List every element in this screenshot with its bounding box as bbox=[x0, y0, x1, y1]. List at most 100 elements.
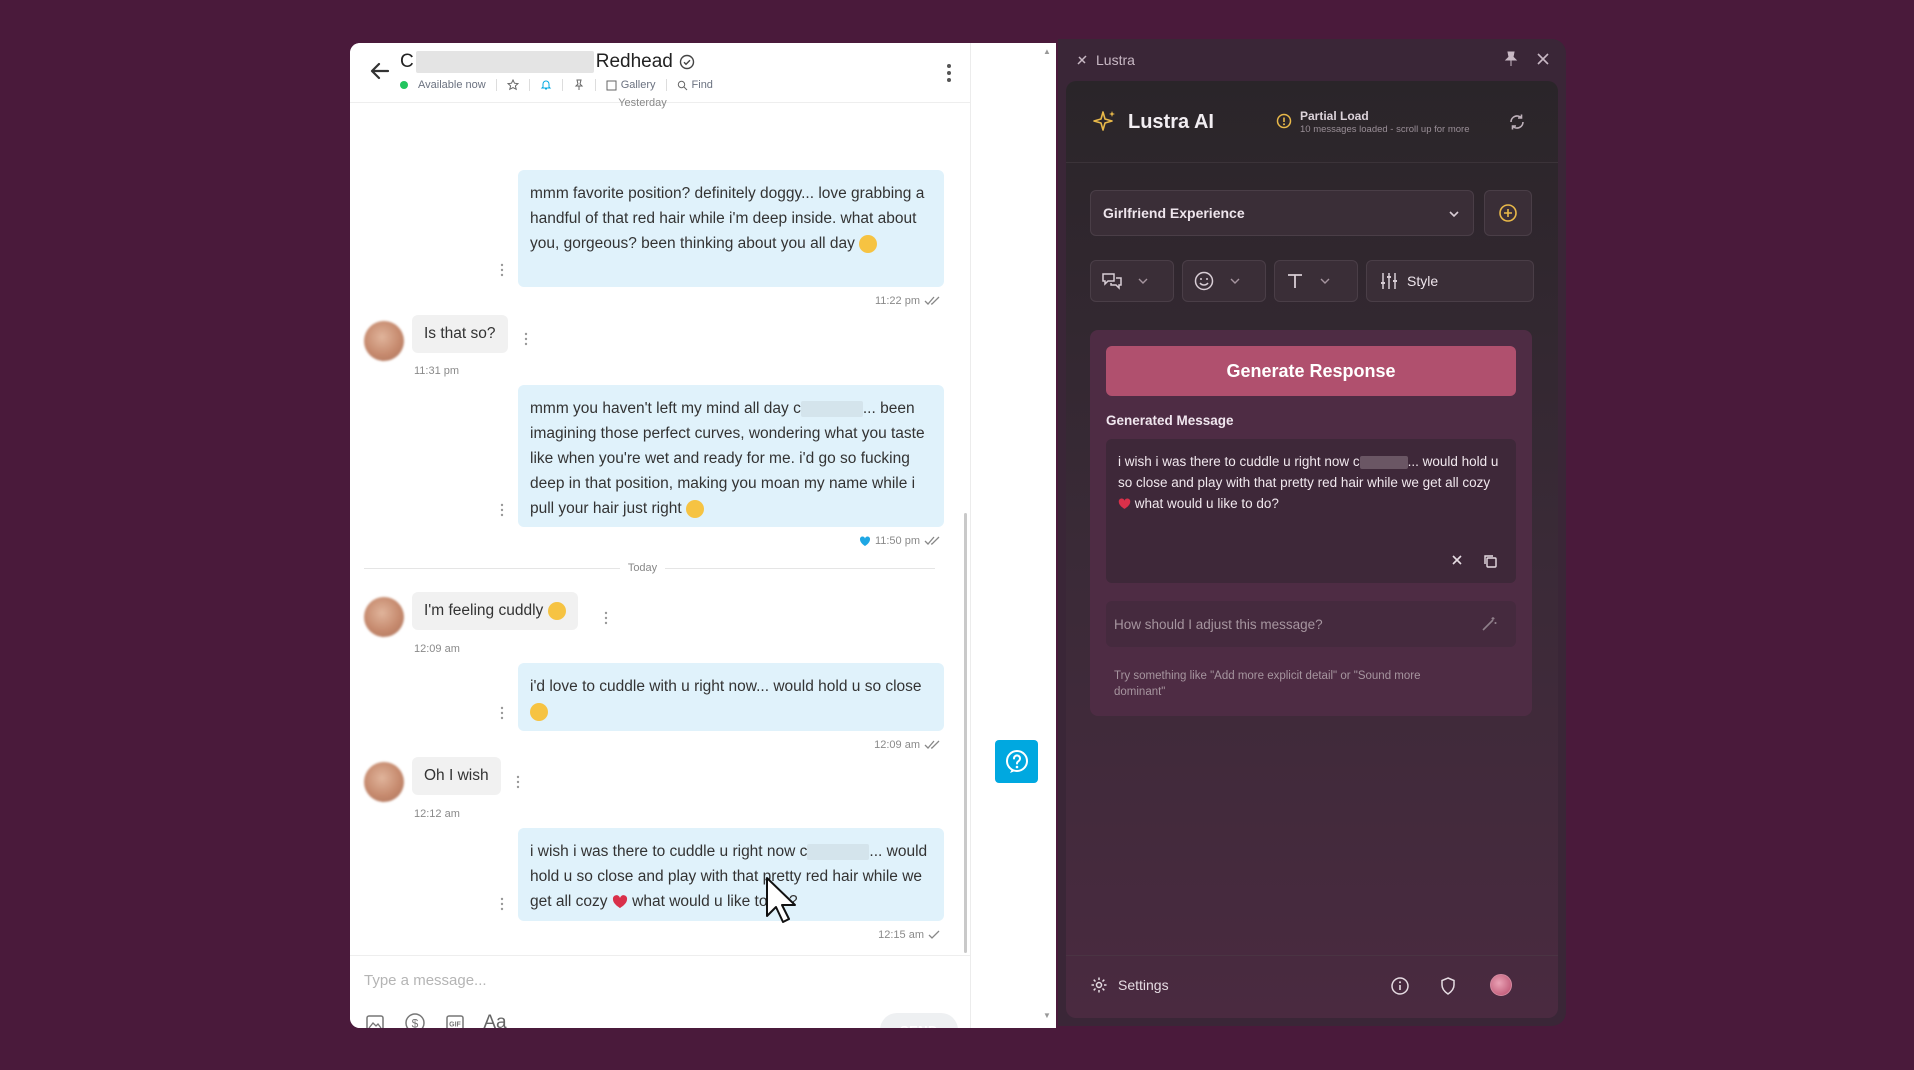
close-icon[interactable] bbox=[1536, 52, 1550, 66]
day-label-today: Today bbox=[350, 562, 935, 574]
message-incoming[interactable]: Oh I wish bbox=[412, 757, 501, 795]
message-text-continued: ... been imagining those perfect curves,… bbox=[530, 400, 925, 517]
message-options-icon[interactable] bbox=[500, 706, 504, 720]
timestamp: 12:09 am bbox=[874, 739, 920, 751]
message-outgoing[interactable]: mmm you haven't left my mind all day c..… bbox=[518, 385, 944, 527]
style-button[interactable]: Style bbox=[1366, 260, 1534, 302]
message-options-icon[interactable] bbox=[524, 332, 528, 346]
help-button[interactable] bbox=[995, 740, 1038, 783]
double-check-icon bbox=[924, 740, 940, 749]
message-outgoing[interactable]: i wish i was there to cuddle u right now… bbox=[518, 828, 944, 921]
warning-icon bbox=[1276, 113, 1292, 129]
find-link[interactable]: Find bbox=[677, 79, 713, 91]
heart-icon[interactable] bbox=[859, 535, 871, 547]
day-label-text: Today bbox=[619, 562, 666, 574]
preset-dropdown[interactable]: Girlfriend Experience bbox=[1090, 190, 1474, 236]
chevron-down-icon bbox=[1230, 278, 1240, 284]
scroll-up-icon[interactable]: ▲ bbox=[1043, 47, 1051, 56]
profile-avatar[interactable] bbox=[1490, 974, 1512, 996]
conversation-mode-select[interactable] bbox=[1090, 260, 1174, 302]
shield-icon[interactable] bbox=[1438, 976, 1458, 996]
generate-response-button[interactable]: Generate Response bbox=[1106, 346, 1516, 396]
message-outgoing[interactable]: i'd love to cuddle with u right now... w… bbox=[518, 663, 944, 731]
message-time: 11:50 pm bbox=[859, 535, 942, 547]
message-options-icon[interactable] bbox=[500, 263, 504, 277]
settings-button[interactable]: Settings bbox=[1090, 976, 1169, 994]
chat-pane: C Redhead Available now Gallery Find Yes… bbox=[350, 43, 970, 1028]
gif-icon[interactable]: GIF bbox=[444, 1012, 466, 1028]
window-title: Lustra bbox=[1096, 52, 1135, 68]
contact-avatar[interactable] bbox=[364, 321, 404, 361]
adjust-message-input[interactable] bbox=[1114, 613, 1464, 635]
generation-toolbar: Style bbox=[1090, 260, 1534, 302]
generated-message-box[interactable]: i wish i was there to cuddle u right now… bbox=[1106, 439, 1516, 583]
star-icon[interactable] bbox=[506, 79, 519, 91]
magic-wand-icon[interactable] bbox=[1480, 615, 1498, 633]
pin-window-icon[interactable] bbox=[1504, 51, 1518, 67]
smiling-hearts-emoji-icon bbox=[530, 702, 548, 721]
plus-circle-icon bbox=[1499, 204, 1517, 222]
pin-icon[interactable] bbox=[573, 79, 585, 91]
find-label: Find bbox=[691, 79, 713, 91]
smirk-emoji-icon bbox=[685, 499, 704, 518]
gallery-icon bbox=[606, 80, 617, 90]
chat-window: C Redhead Available now Gallery Find Yes… bbox=[350, 43, 1056, 1028]
online-status: Available now bbox=[400, 79, 486, 91]
contact-name[interactable]: C Redhead bbox=[400, 51, 695, 73]
day-label-yesterday: Yesterday bbox=[618, 97, 667, 109]
lustra-logo-icon bbox=[1077, 55, 1087, 65]
message-incoming[interactable]: Is that so? bbox=[412, 315, 508, 353]
message-options-icon[interactable] bbox=[500, 503, 504, 517]
svg-text:GIF: GIF bbox=[449, 1022, 461, 1029]
double-check-icon bbox=[924, 536, 940, 545]
heart-emoji-icon bbox=[1118, 498, 1131, 510]
lustra-header: Lustra AI Partial Load 10 messages loade… bbox=[1066, 81, 1558, 163]
redacted-name bbox=[415, 51, 594, 73]
smirk-emoji-icon bbox=[859, 234, 878, 253]
divider bbox=[594, 79, 596, 91]
add-preset-button[interactable] bbox=[1484, 190, 1532, 236]
message-time: 12:09 am bbox=[414, 643, 460, 655]
contact-avatar[interactable] bbox=[364, 597, 404, 637]
lustra-body: Lustra AI Partial Load 10 messages loade… bbox=[1066, 81, 1558, 1018]
clear-icon[interactable] bbox=[1450, 553, 1464, 567]
send-button[interactable]: SEND bbox=[880, 1013, 958, 1028]
divider bbox=[561, 79, 563, 91]
more-options-icon[interactable] bbox=[946, 63, 952, 83]
bell-icon[interactable] bbox=[540, 79, 552, 91]
generated-text-end: what would u like to do? bbox=[1134, 496, 1279, 511]
adjust-message-box bbox=[1106, 601, 1516, 647]
refresh-icon[interactable] bbox=[1508, 113, 1526, 131]
header-meta: Available now Gallery Find bbox=[400, 79, 713, 91]
redacted-text bbox=[1359, 455, 1408, 469]
divider bbox=[665, 79, 667, 91]
copy-icon[interactable] bbox=[1482, 553, 1498, 569]
emoji-mode-select[interactable] bbox=[1182, 260, 1266, 302]
gallery-label: Gallery bbox=[620, 79, 656, 91]
back-arrow-icon[interactable] bbox=[368, 59, 392, 83]
page-gutter bbox=[970, 43, 1056, 1028]
message-input[interactable] bbox=[364, 968, 944, 992]
chat-scrollbar[interactable] bbox=[964, 513, 967, 953]
info-icon[interactable] bbox=[1390, 976, 1410, 996]
scroll-down-icon[interactable]: ▼ bbox=[1043, 1011, 1051, 1020]
generated-message-label: Generated Message bbox=[1106, 413, 1234, 428]
search-icon bbox=[677, 80, 687, 90]
message-outgoing[interactable]: mmm favorite position? definitely doggy.… bbox=[518, 170, 944, 287]
generated-message-text: i wish i was there to cuddle u right now… bbox=[1118, 451, 1504, 514]
message-options-icon[interactable] bbox=[604, 611, 608, 625]
text-length-select[interactable] bbox=[1274, 260, 1358, 302]
contact-avatar[interactable] bbox=[364, 762, 404, 802]
message-options-icon[interactable] bbox=[500, 897, 504, 911]
message-time: 12:09 am bbox=[874, 739, 942, 751]
message-options-icon[interactable] bbox=[516, 775, 520, 789]
message-text: I'm feeling cuddly bbox=[424, 602, 544, 620]
gallery-link[interactable]: Gallery bbox=[606, 79, 656, 91]
text-format-button[interactable]: Aa bbox=[483, 1012, 506, 1028]
lustra-footer: Settings bbox=[1066, 955, 1558, 1018]
timestamp: 11:50 pm bbox=[874, 535, 920, 547]
tip-dollar-icon[interactable]: $ bbox=[404, 1012, 426, 1028]
image-upload-icon[interactable] bbox=[364, 1012, 386, 1028]
timestamp: 11:22 pm bbox=[874, 295, 920, 307]
message-incoming[interactable]: I'm feeling cuddly bbox=[412, 592, 578, 631]
